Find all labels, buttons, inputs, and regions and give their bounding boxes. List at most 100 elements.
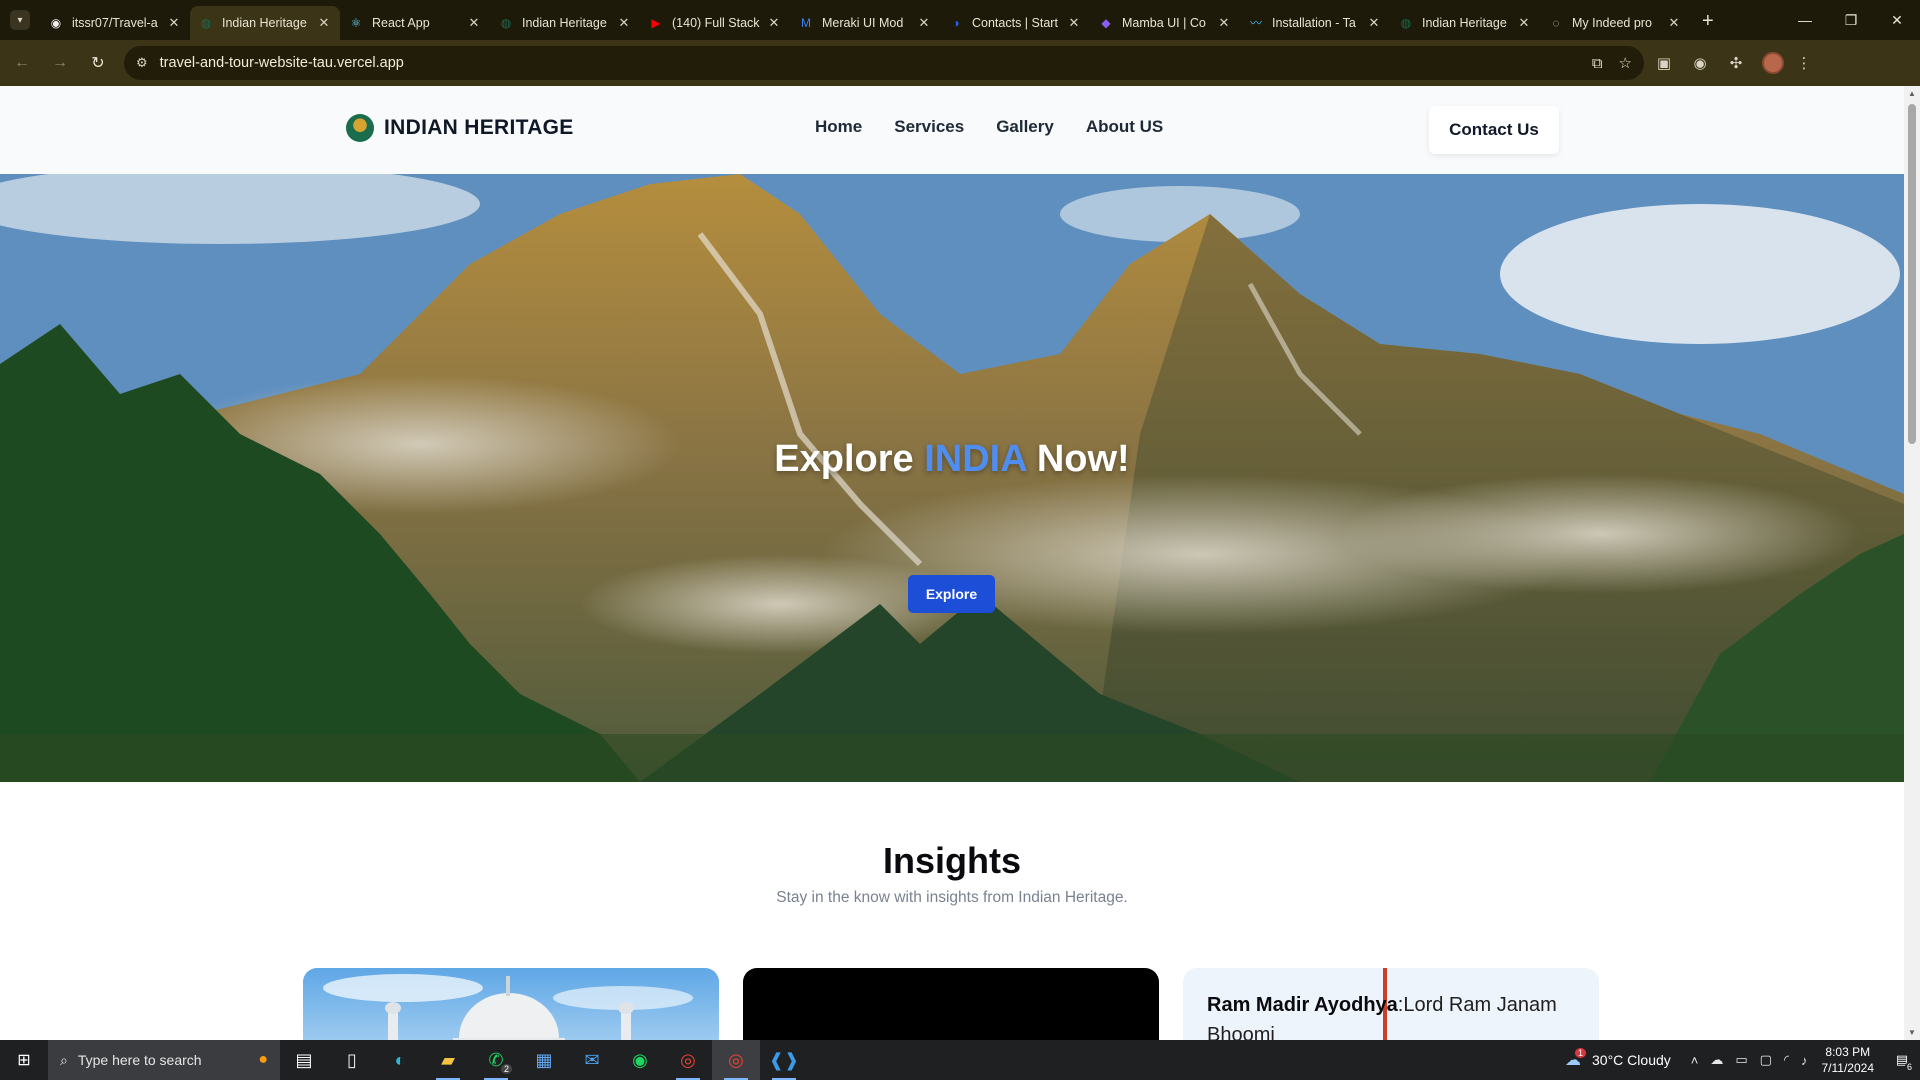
weather-widget[interactable]: ☁ 1 30°C Cloudy	[1565, 1048, 1671, 1070]
bookmark-star-icon[interactable]: ☆	[1619, 54, 1632, 72]
scroll-down-icon[interactable]: ▼	[1907, 1028, 1917, 1037]
microsoft-store-icon[interactable]: ▦	[520, 1040, 568, 1080]
youtube-icon: ▶	[651, 16, 661, 30]
tab-title: itssr07/Travel-a	[72, 16, 158, 30]
show-hidden-icons-icon[interactable]: ˄	[1691, 1053, 1699, 1068]
browser-tab[interactable]: ◍ Indian Heritage ✕	[490, 6, 640, 40]
install-app-icon[interactable]: ⧉	[1592, 55, 1603, 72]
url-text[interactable]: travel-and-tour-website-tau.vercel.app	[160, 55, 1576, 71]
explore-button[interactable]: Explore	[908, 575, 995, 613]
task-view-icon[interactable]: ▤	[280, 1040, 328, 1080]
hero-section: Explore INDIA Now! Explore	[0, 174, 1904, 782]
heritage-icon: ◍	[500, 16, 512, 30]
browser-tab[interactable]: ◍ Indian Heritage ✕	[190, 6, 340, 40]
contacts-icon: ◑	[952, 16, 960, 30]
new-tab-icon[interactable]: +	[1702, 10, 1714, 33]
tab-close-icon[interactable]: ✕	[616, 15, 632, 31]
tab-close-icon[interactable]: ✕	[166, 15, 182, 31]
whatsapp-badge: 2	[500, 1064, 512, 1074]
tab-close-icon[interactable]: ✕	[1366, 15, 1382, 31]
whatsapp-icon[interactable]: ✆ 2	[472, 1040, 520, 1080]
extensions-puzzle-icon[interactable]: ✣	[1720, 47, 1752, 79]
browser-tab[interactable]: M Meraki UI Mod ✕	[790, 6, 940, 40]
restore-icon[interactable]: ❐	[1828, 0, 1874, 40]
insight-card-video[interactable]	[743, 968, 1159, 1040]
windows-start-icon[interactable]: ⊞	[0, 1040, 48, 1080]
browser-tab[interactable]: ◉ itssr07/Travel-a ✕	[40, 6, 190, 40]
taskbar-clock[interactable]: 8:03 PM 7/11/2024	[1822, 1044, 1875, 1076]
extension-icon-2[interactable]: ◉	[1684, 47, 1716, 79]
profile-avatar[interactable]	[1762, 52, 1784, 74]
file-explorer-icon[interactable]: ▰	[424, 1040, 472, 1080]
page-scrollbar[interactable]: ▲ ▼	[1904, 86, 1920, 1040]
browser-tab[interactable]: ◍ Indian Heritage ✕	[1390, 6, 1540, 40]
chrome-active-icon[interactable]: ◎	[712, 1040, 760, 1080]
tab-title: Indian Heritage	[222, 16, 307, 30]
clock-date: 7/11/2024	[1821, 1061, 1875, 1075]
wifi-icon[interactable]: ◜	[1784, 1052, 1789, 1068]
tab-close-icon[interactable]: ✕	[1666, 15, 1682, 31]
tab-close-icon[interactable]: ✕	[766, 15, 782, 31]
device-icon[interactable]: ▢	[1760, 1052, 1772, 1068]
onedrive-icon[interactable]: ☁	[1710, 1052, 1723, 1068]
nav-link-home[interactable]: Home	[815, 117, 862, 137]
browser-toolbar: ← → ↻ ⚙ travel-and-tour-website-tau.verc…	[0, 40, 1920, 86]
site-navbar: INDIAN HERITAGE Home Services Gallery Ab…	[0, 86, 1904, 174]
minimize-icon[interactable]: —	[1782, 0, 1828, 40]
contact-us-button[interactable]: Contact Us	[1429, 106, 1559, 154]
scrollbar-thumb[interactable]	[1908, 104, 1916, 444]
battery-icon[interactable]: ▭	[1735, 1052, 1747, 1068]
mail-icon[interactable]: ✉	[568, 1040, 616, 1080]
browser-tab[interactable]: ◑ Contacts | Start ✕	[940, 6, 1090, 40]
brand[interactable]: INDIAN HERITAGE	[346, 114, 574, 142]
spotify-icon[interactable]: ◉	[616, 1040, 664, 1080]
taj-mahal-image	[323, 974, 693, 1040]
globe-icon: ◌	[1552, 16, 1560, 30]
tab-close-icon[interactable]: ✕	[316, 15, 332, 31]
browser-tab[interactable]: ⚛ React App ✕	[340, 6, 490, 40]
browser-tab[interactable]: ◆ Mamba UI | Co ✕	[1090, 6, 1240, 40]
tab-title: (140) Full Stack	[672, 16, 760, 30]
volume-icon[interactable]: ♪	[1801, 1053, 1808, 1068]
hero-title: Explore INDIA Now!	[0, 438, 1904, 481]
chrome-icon[interactable]: ◎	[664, 1040, 712, 1080]
insight-card-title: Ram Madir Ayodhya	[1207, 994, 1398, 1016]
meraki-icon: M	[801, 16, 811, 30]
notification-count: 6	[1904, 1062, 1914, 1072]
nav-link-gallery[interactable]: Gallery	[996, 117, 1054, 137]
weather-badge: 1	[1575, 1048, 1587, 1058]
taskbar-search-placeholder: Type here to search	[77, 1052, 202, 1068]
extension-icon-1[interactable]: ▣	[1648, 47, 1680, 79]
tab-close-icon[interactable]: ✕	[1516, 15, 1532, 31]
insight-card-taj-mahal[interactable]	[303, 968, 719, 1040]
hero-title-pre: Explore	[774, 438, 914, 480]
forward-icon[interactable]: →	[44, 47, 76, 79]
clock-time: 8:03 PM	[1825, 1045, 1871, 1059]
site-info-icon[interactable]: ⚙	[136, 55, 148, 71]
tab-close-icon[interactable]: ✕	[1216, 15, 1232, 31]
vscode-icon[interactable]: ❰❱	[760, 1040, 808, 1080]
scroll-up-icon[interactable]: ▲	[1907, 89, 1917, 98]
browser-tab[interactable]: 〰 Installation - Ta ✕	[1240, 6, 1390, 40]
tab-close-icon[interactable]: ✕	[466, 15, 482, 31]
address-bar[interactable]: ⚙ travel-and-tour-website-tau.vercel.app…	[124, 46, 1644, 80]
edge-icon[interactable]: ◐	[376, 1040, 424, 1080]
github-icon: ◉	[50, 16, 62, 30]
browser-tab[interactable]: ▶ (140) Full Stack ✕	[640, 6, 790, 40]
notepad-icon[interactable]: ▯	[328, 1040, 376, 1080]
browser-menu-icon[interactable]: ⋮	[1788, 47, 1820, 79]
insights-heading: Insights	[882, 840, 1021, 881]
tab-close-icon[interactable]: ✕	[1066, 15, 1082, 31]
notifications-icon[interactable]: ▤ 6	[1884, 1040, 1920, 1080]
nav-link-services[interactable]: Services	[894, 117, 964, 137]
insight-card-ram-mandir[interactable]: Ram Madir Ayodhya:Lord Ram Janam Bhoomi	[1183, 968, 1599, 1040]
nav-link-about[interactable]: About US	[1086, 117, 1163, 137]
browser-tab[interactable]: ◌ My Indeed pro ✕	[1540, 6, 1690, 40]
back-icon[interactable]: ←	[6, 47, 38, 79]
close-window-icon[interactable]: ✕	[1874, 0, 1920, 40]
reload-icon[interactable]: ↻	[82, 47, 114, 79]
react-icon: ⚛	[350, 16, 362, 30]
tab-close-icon[interactable]: ✕	[916, 15, 932, 31]
tab-search-icon[interactable]: ▾	[10, 10, 30, 30]
taskbar-search[interactable]: ⌕ Type here to search ●	[48, 1040, 280, 1080]
